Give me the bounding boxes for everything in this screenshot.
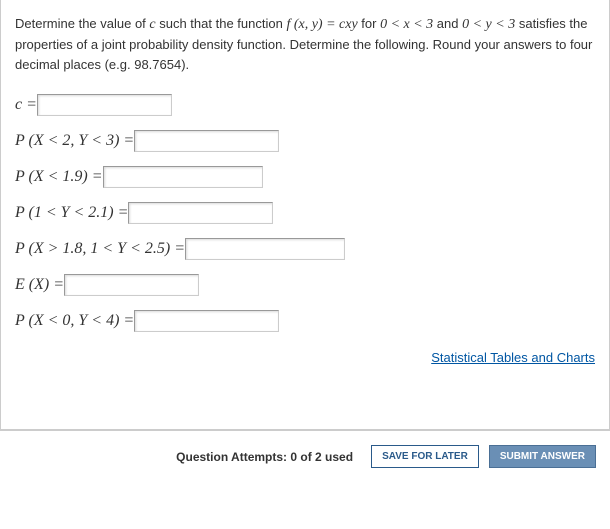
input-p3[interactable] [128,202,273,224]
answer-row-ex: E (X) = [15,274,595,296]
input-p5[interactable] [134,310,279,332]
answer-row-c: c = [15,94,595,116]
label-p3: P (1 < Y < 2.1) = [15,204,128,222]
math-cond2: 0 < y < 3 [462,17,515,32]
math-fn: f (x, y) = cxy [286,17,357,32]
save-for-later-button[interactable]: SAVE FOR LATER [371,445,479,468]
answer-row-p5: P (X < 0, Y < 4) = [15,310,595,332]
text: such that the function [156,16,287,31]
answer-row-p2: P (X < 1.9) = [15,166,595,188]
math-cond1: 0 < x < 3 [380,17,433,32]
label-ex: E (X) = [15,276,64,294]
answer-row-p1: P (X < 2, Y < 3) = [15,130,595,152]
answer-row-p3: P (1 < Y < 2.1) = [15,202,595,224]
label-p4: P (X > 1.8, 1 < Y < 2.5) = [15,240,185,258]
label-c: c = [15,96,37,114]
label-p2: P (X < 1.9) = [15,168,103,186]
link-block: Statistical Tables and Charts [15,350,595,365]
text: Determine the value of [15,16,149,31]
text: for [358,16,380,31]
input-ex[interactable] [64,274,199,296]
input-p2[interactable] [103,166,263,188]
question-panel: Determine the value of c such that the f… [0,0,610,430]
input-p4[interactable] [185,238,345,260]
footer-bar: Question Attempts: 0 of 2 used SAVE FOR … [0,430,610,482]
input-p1[interactable] [134,130,279,152]
answer-row-p4: P (X > 1.8, 1 < Y < 2.5) = [15,238,595,260]
label-p5: P (X < 0, Y < 4) = [15,312,134,330]
problem-statement: Determine the value of c such that the f… [15,14,595,74]
stat-tables-link[interactable]: Statistical Tables and Charts [431,350,595,365]
label-p1: P (X < 2, Y < 3) = [15,132,134,150]
input-c[interactable] [37,94,172,116]
text: and [433,16,462,31]
submit-answer-button[interactable]: SUBMIT ANSWER [489,445,596,468]
attempts-text: Question Attempts: 0 of 2 used [176,450,353,464]
